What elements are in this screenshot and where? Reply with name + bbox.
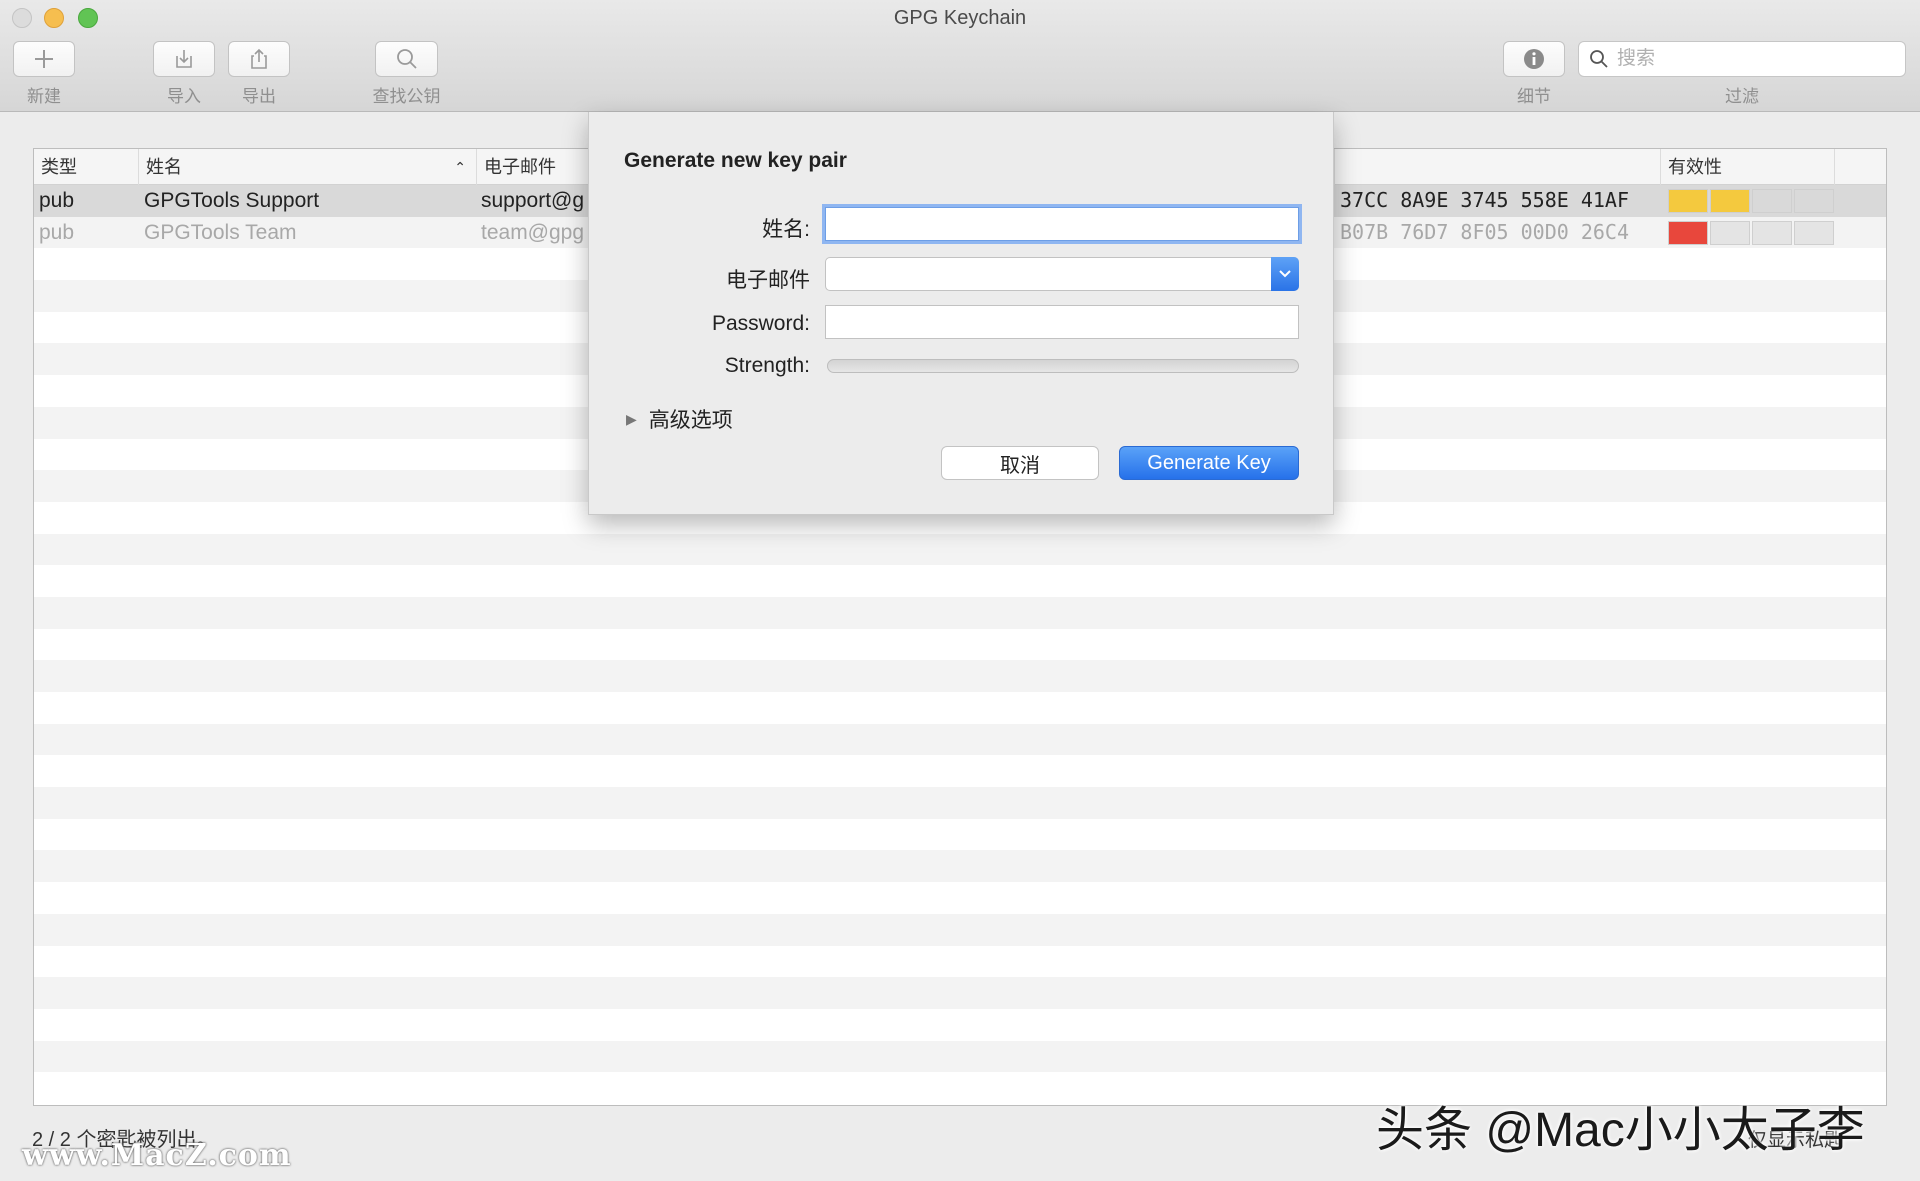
- row-fingerprint: 37CC 8A9E 3745 558E 41AF: [1340, 188, 1629, 212]
- import-button[interactable]: [153, 41, 215, 77]
- email-label: 电子邮件: [726, 269, 810, 292]
- chevron-down-icon: [1279, 270, 1291, 278]
- share-icon: [251, 48, 267, 69]
- export-label: 导出: [242, 87, 276, 106]
- watermark-right: 头条 @Mac小小太子李: [1376, 1104, 1865, 1157]
- table-row-empty: [34, 1040, 1886, 1073]
- table-row-empty: [34, 723, 1886, 756]
- row-name: GPGTools Team: [144, 220, 297, 244]
- new-key-button[interactable]: [13, 41, 75, 77]
- details-button[interactable]: [1503, 41, 1565, 77]
- validity-segment: [1710, 220, 1750, 245]
- table-row-empty: [34, 596, 1886, 629]
- name-input[interactable]: [826, 208, 1298, 240]
- table-row-empty: [34, 1008, 1886, 1041]
- validity-segment: [1668, 189, 1708, 213]
- validity-segment: [1710, 189, 1750, 213]
- window-title: GPG Keychain: [893, 7, 1027, 29]
- lookup-key-label: 查找公钥: [372, 87, 441, 106]
- row-fingerprint: B07B 76D7 8F05 00D0 26C4: [1340, 219, 1629, 244]
- name-label: 姓名:: [762, 218, 810, 241]
- search-icon: [1590, 50, 1608, 68]
- generate-key-dialog: Generate new key pair 姓名: 电子邮件 Password:…: [588, 112, 1334, 515]
- table-row-empty: [34, 787, 1886, 819]
- column-header-name[interactable]: 姓名 ⌃: [139, 149, 477, 185]
- import-label: 导入: [167, 87, 201, 106]
- column-header-validity[interactable]: 有效性: [1661, 149, 1835, 185]
- cancel-button[interactable]: 取消: [941, 446, 1099, 480]
- watermark-left: www.MacZ.com: [22, 1138, 292, 1173]
- row-email: team@gpg: [481, 220, 585, 244]
- validity-indicator: [1668, 220, 1834, 245]
- column-header-type[interactable]: 类型: [34, 149, 139, 185]
- row-type: pub: [39, 189, 75, 212]
- magnifier-icon: [396, 49, 417, 69]
- validity-segment: [1794, 220, 1834, 245]
- table-row-empty: [34, 565, 1886, 597]
- password-strength-bar: [827, 359, 1299, 373]
- validity-segment: [1752, 220, 1792, 245]
- disclosure-triangle-icon: ▶: [626, 410, 637, 427]
- table-row-empty: [34, 755, 1886, 788]
- validity-segment: [1794, 189, 1834, 213]
- column-header-fingerprint[interactable]: [1334, 149, 1661, 185]
- table-row-empty: [34, 850, 1886, 883]
- email-dropdown-button[interactable]: [1271, 257, 1299, 291]
- strength-label: Strength:: [724, 354, 810, 377]
- info-icon: [1524, 49, 1544, 69]
- table-row-empty: [34, 913, 1886, 946]
- column-header-name-label: 姓名: [146, 157, 182, 177]
- validity-segment: [1668, 220, 1708, 245]
- table-row-empty: [34, 945, 1886, 978]
- import-icon: [176, 50, 192, 68]
- dialog-title: Generate new key pair: [624, 149, 847, 172]
- table-row-empty: [34, 628, 1886, 661]
- table-row-empty: [34, 977, 1886, 1009]
- password-input[interactable]: [826, 306, 1298, 338]
- plus-icon: [35, 50, 53, 68]
- password-field[interactable]: [825, 305, 1299, 339]
- row-email: support@g: [481, 189, 585, 212]
- validity-indicator: [1668, 189, 1834, 213]
- row-name: GPGTools Support: [144, 189, 320, 212]
- table-row-empty: [34, 692, 1886, 724]
- validity-segment: [1752, 189, 1792, 213]
- email-input[interactable]: [826, 258, 1266, 290]
- email-combobox[interactable]: [825, 257, 1299, 291]
- toolbar: GPG Keychain 新建 导入 导出 查找公钥 细节 搜索 过滤: [0, 0, 1920, 112]
- table-row-empty: [34, 882, 1886, 914]
- new-key-label: 新建: [27, 87, 61, 106]
- row-type: pub: [39, 220, 75, 244]
- advanced-options-disclosure[interactable]: ▶ 高级选项: [626, 404, 733, 434]
- search-input[interactable]: [1617, 48, 1897, 70]
- details-label: 细节: [1517, 87, 1551, 106]
- table-row-empty: [34, 533, 1886, 566]
- filter-search-field[interactable]: [1578, 41, 1906, 77]
- password-label: Password:: [711, 312, 810, 335]
- advanced-options-label: 高级选项: [648, 409, 733, 432]
- table-row-empty: [34, 818, 1886, 851]
- name-field[interactable]: [825, 207, 1299, 241]
- filter-label: 过滤: [1725, 87, 1759, 106]
- sort-ascending-icon: ⌃: [454, 159, 466, 175]
- table-row-empty: [34, 660, 1886, 692]
- export-button[interactable]: [228, 41, 290, 77]
- lookup-key-button[interactable]: [375, 41, 438, 77]
- generate-key-button[interactable]: Generate Key: [1119, 446, 1299, 480]
